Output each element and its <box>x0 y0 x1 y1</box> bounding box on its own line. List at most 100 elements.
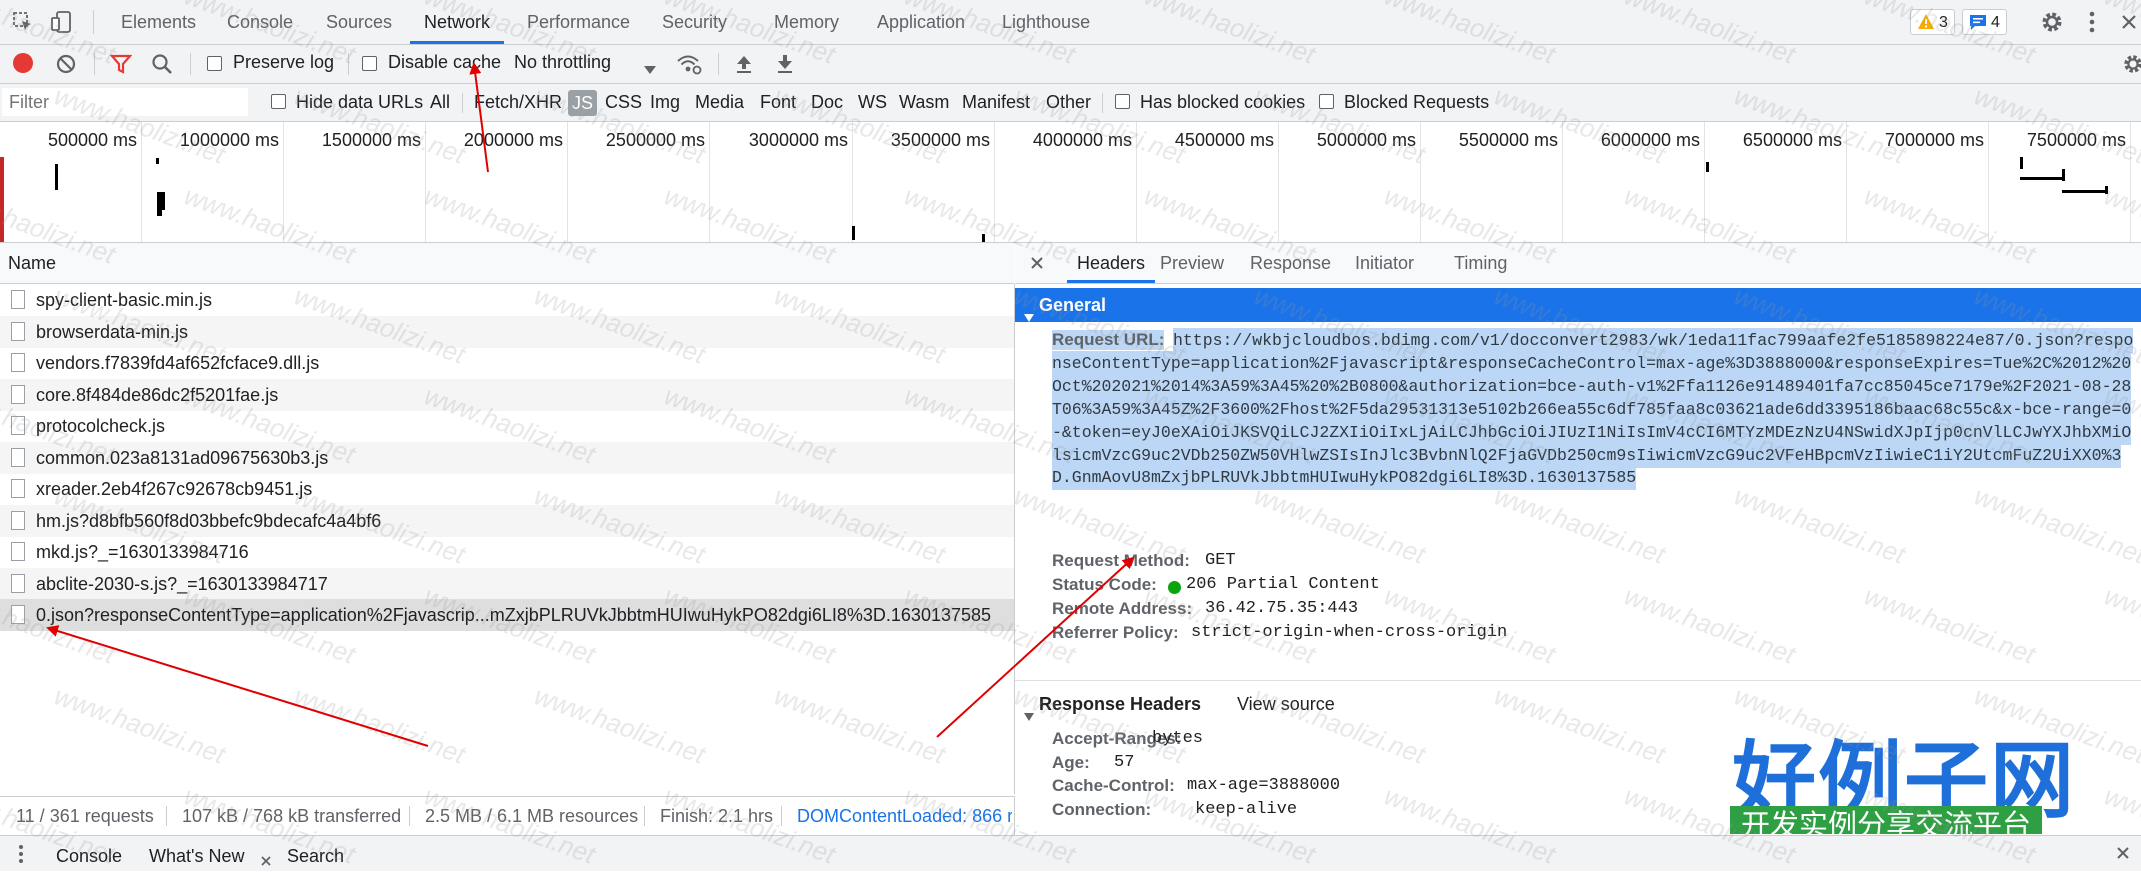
network-toolbar: Preserve log Disable cache No throttling <box>0 45 2141 84</box>
tab-preview[interactable]: Preview <box>1150 243 1234 283</box>
file-icon <box>11 479 25 498</box>
filter-type-manifest[interactable]: Manifest <box>962 92 1030 113</box>
request-url-line: -&token=eyJ0eXAiOiJKSVQiLCJ2ZXIiOiIxLjAi… <box>1052 419 2132 445</box>
clear-icon[interactable] <box>55 53 77 80</box>
close-whats-new-icon[interactable] <box>260 851 272 872</box>
preserve-log-label: Preserve log <box>233 52 335 72</box>
request-method-value: GET <box>1205 551 1236 570</box>
has-blocked-cookies-label: Has blocked cookies <box>1140 92 1306 112</box>
filter-type-ws[interactable]: WS <box>858 92 887 113</box>
filter-type-other[interactable]: Other <box>1046 92 1091 113</box>
file-icon <box>11 321 25 341</box>
resources-size: 2.5 MB / 6.1 MB resources <box>425 806 639 826</box>
filter-funnel-icon[interactable] <box>109 53 133 80</box>
drawer-tab-search[interactable]: Search <box>287 846 344 867</box>
transferred-size: 107 kB / 768 kB transferred <box>182 806 402 826</box>
referrer-policy-value: strict-origin-when-cross-origin <box>1191 623 1508 642</box>
file-icon <box>11 384 25 404</box>
request-row[interactable]: browserdata-min.js <box>0 315 1014 348</box>
inspect-element-icon[interactable] <box>12 11 34 33</box>
tab-security[interactable]: Security <box>648 0 741 44</box>
network-overview[interactable]: 500000 ms 1000000 ms 1500000 ms 2000000 ms 2… <box>0 122 2141 243</box>
chevron-down-icon[interactable] <box>643 59 657 80</box>
tab-initiator[interactable]: Initiator <box>1345 243 1424 283</box>
filter-type-fetch-xhr[interactable]: Fetch/XHR <box>474 92 562 113</box>
tab-network[interactable]: Network <box>410 0 505 44</box>
filter-type-doc[interactable]: Doc <box>811 92 843 113</box>
tab-timing[interactable]: Timing <box>1444 243 1517 283</box>
request-name: hm.js?d8bfb560f8d03bbefc9bdecafc4a4bf6 <box>36 510 382 531</box>
expand-triangle-icon <box>1023 300 1035 334</box>
settings-gear-icon[interactable] <box>2040 10 2064 39</box>
hide-data-urls-checkbox[interactable] <box>271 94 286 109</box>
request-row[interactable]: core.8f484de86dc2f5201fae.js <box>0 378 1014 411</box>
more-options-icon[interactable] <box>2088 10 2096 39</box>
status-divider <box>166 806 167 826</box>
drawer-menu-icon[interactable] <box>18 844 24 869</box>
filter-type-font[interactable]: Font <box>760 92 796 113</box>
import-har-icon[interactable] <box>734 53 754 80</box>
filter-type-wasm[interactable]: Wasm <box>899 92 949 113</box>
filter-type-media[interactable]: Media <box>695 92 744 113</box>
request-row[interactable]: spy-client-basic.min.js <box>0 284 1014 316</box>
tab-lighthouse[interactable]: Lighthouse <box>988 0 1104 44</box>
file-icon <box>11 353 25 372</box>
request-name: protocolcheck.js <box>36 416 166 436</box>
request-row[interactable]: 0.json?responseContentType=application%2… <box>0 599 1014 631</box>
filter-type-css[interactable]: CSS <box>605 92 642 113</box>
tab-response[interactable]: Response <box>1240 243 1341 283</box>
tab-performance[interactable]: Performance <box>513 0 644 44</box>
request-row[interactable]: common.023a8131ad09675630b3.js <box>0 441 1014 474</box>
preserve-log-checkbox[interactable] <box>207 56 222 71</box>
export-har-icon[interactable] <box>775 53 795 80</box>
request-name: abclite-2030-s.js?_=1630133984717 <box>36 573 328 594</box>
expand-triangle-icon <box>1023 699 1035 733</box>
tab-headers[interactable]: Headers <box>1067 243 1156 283</box>
request-row[interactable]: mkd.js?_=1630133984716 <box>0 536 1014 568</box>
request-row[interactable]: hm.js?d8bfb560f8d03bbefc9bdecafc4a4bf6 <box>0 504 1014 537</box>
warnings-badge[interactable]: 3 <box>1910 9 1955 35</box>
record-button[interactable] <box>13 53 33 73</box>
request-row[interactable]: protocolcheck.js <box>0 410 1014 442</box>
request-row[interactable]: abclite-2030-s.js?_=1630133984717 <box>0 567 1014 600</box>
tab-application[interactable]: Application <box>863 0 979 44</box>
headers-panel: General Request URL: https://wkbjcloudbo… <box>1015 284 2141 834</box>
drawer-tab-whats-new[interactable]: What's New <box>149 846 244 867</box>
finish-time: Finish: 2.1 hrs <box>660 806 774 826</box>
tab-elements[interactable]: Elements <box>107 0 210 44</box>
network-conditions-icon[interactable] <box>676 53 702 80</box>
throttling-select[interactable]: No throttling <box>514 52 611 73</box>
disable-cache-checkbox[interactable] <box>362 56 377 71</box>
filter-input[interactable] <box>2 88 248 116</box>
blocked-requests-checkbox[interactable] <box>1319 94 1334 109</box>
network-status-bar: 11 / 361 requests 107 kB / 768 kB transf… <box>0 796 1015 835</box>
blocked-requests-label: Blocked Requests <box>1344 92 1490 112</box>
close-drawer-icon[interactable] <box>2115 845 2131 866</box>
close-detail-icon[interactable] <box>1029 255 1045 276</box>
has-blocked-cookies-checkbox[interactable] <box>1115 94 1130 109</box>
tab-sources[interactable]: Sources <box>312 0 406 44</box>
request-method-label: Request Method: <box>1052 551 1190 570</box>
request-row[interactable]: xreader.2eb4f267c92678cb9451.js <box>0 473 1014 505</box>
network-settings-gear-icon[interactable] <box>2122 53 2141 80</box>
hide-data-urls-label: Hide data URLs <box>296 92 424 112</box>
filter-divider <box>1102 93 1103 113</box>
request-row[interactable]: vendors.f7839fd4af652fcface9.dll.js <box>0 347 1014 379</box>
filter-type-js[interactable]: JS <box>568 90 598 116</box>
view-source-link[interactable]: View source <box>1237 687 1335 721</box>
filter-type-all[interactable]: All <box>430 92 450 113</box>
request-list-header: Name <box>0 243 1014 284</box>
request-name: xreader.2eb4f267c92678cb9451.js <box>36 479 313 499</box>
response-header-value: keep-alive <box>1195 800 1298 820</box>
tab-console[interactable]: Console <box>213 0 307 44</box>
close-devtools-icon[interactable] <box>2119 12 2139 37</box>
device-toolbar-icon[interactable] <box>50 10 74 34</box>
search-icon[interactable] <box>151 53 173 80</box>
filter-type-img[interactable]: Img <box>650 92 680 113</box>
drawer-tab-console[interactable]: Console <box>56 846 122 867</box>
response-header-name: Cache-Control: <box>1052 776 1175 796</box>
column-name-header[interactable]: Name <box>8 253 56 274</box>
tab-memory[interactable]: Memory <box>760 0 853 44</box>
general-section-header[interactable]: General <box>1015 288 2141 322</box>
messages-badge[interactable]: 4 <box>1962 9 2007 35</box>
